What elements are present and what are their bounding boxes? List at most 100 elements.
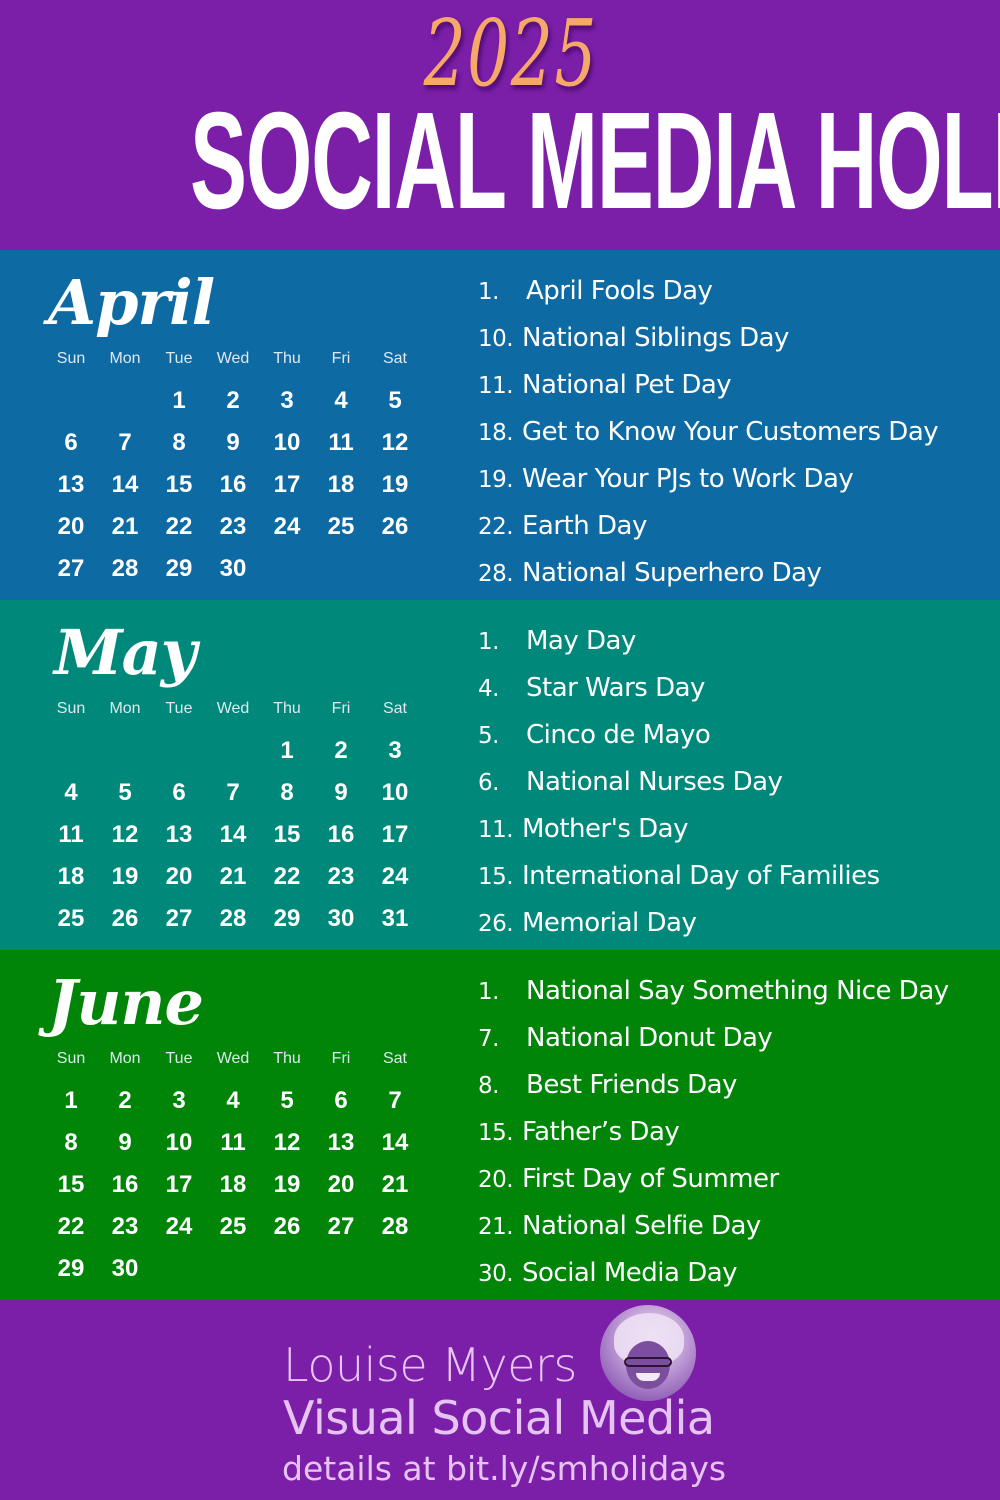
calendar-day: 2 xyxy=(118,1087,132,1114)
holiday-list-june: 1. National Say Something Nice Day 7. Natio… xyxy=(478,968,998,1297)
calendar-day: 11 xyxy=(328,429,354,456)
holiday-date: 7. xyxy=(478,1026,499,1052)
holiday-item: 28. National Superhero Day xyxy=(478,550,998,597)
holiday-item: 8. Best Friends Day xyxy=(478,1062,998,1109)
calendar-day: 22 xyxy=(57,1213,85,1240)
weekday-label: Sun xyxy=(56,700,86,717)
holiday-name: National Superhero Day xyxy=(522,558,822,588)
calendar-empty-cell xyxy=(98,730,152,772)
calendar-empty-cell xyxy=(206,730,260,772)
holiday-list-may: 1. May Day 4. Star Wars Day 5. Cinco de Mayo 6… xyxy=(478,618,998,947)
details-link[interactable]: details at bit.ly/smholidays xyxy=(282,1452,726,1485)
weekday-label: Wed xyxy=(216,350,250,367)
calendar-day: 12 xyxy=(381,429,409,456)
calendar-day: 4 xyxy=(64,779,78,806)
holiday-date: 11. xyxy=(478,373,514,399)
calendar-day: 26 xyxy=(381,513,409,540)
calendar-april: Sun Mon Tue Wed Thu Fri Sat 1 2 3 4 5 6 7 8 9 10 11 12 13 1… xyxy=(44,350,422,590)
calendar-empty-cell xyxy=(314,1248,368,1290)
calendar-day: 25 xyxy=(327,513,355,540)
weekday-header: Sun Mon Tue Wed Thu Fri Sat xyxy=(44,350,422,368)
holiday-date: 5. xyxy=(478,723,499,749)
holiday-name: National Siblings Day xyxy=(522,323,789,353)
holiday-date: 19. xyxy=(478,467,514,493)
calendar-empty-cell xyxy=(260,1248,314,1290)
weekday-label: Thu xyxy=(273,1050,301,1067)
calendar-grid: 1 2 3 4 5 6 7 8 9 10 11 12 13 14 15 16 17 18 19 20 21 22 23 24 2… xyxy=(44,730,422,940)
year-title: 2025 xyxy=(423,0,598,107)
holiday-item: 6. National Nurses Day xyxy=(478,759,998,806)
calendar-day: 20 xyxy=(327,1171,355,1198)
holiday-date: 1. xyxy=(478,629,499,655)
weekday-label: Sat xyxy=(382,350,407,367)
calendar-day: 27 xyxy=(57,555,85,582)
calendar-day: 26 xyxy=(111,905,139,932)
holiday-item: 7. National Donut Day xyxy=(478,1015,998,1062)
avatar-glasses xyxy=(624,1357,672,1367)
holiday-name: Cinco de Mayo xyxy=(526,720,711,750)
weekday-label: Mon xyxy=(109,700,141,717)
calendar-day: 10 xyxy=(381,779,409,806)
calendar-empty-cell xyxy=(368,1248,422,1290)
weekday-label: Fri xyxy=(331,700,351,717)
holiday-date: 30. xyxy=(478,1261,514,1287)
calendar-day: 18 xyxy=(327,471,355,498)
holiday-list-april: 1. April Fools Day 10. National Siblings Da… xyxy=(478,268,998,597)
holiday-date: 22. xyxy=(478,514,514,540)
calendar-day: 9 xyxy=(118,1129,132,1156)
calendar-day: 6 xyxy=(334,1087,348,1114)
calendar-day: 4 xyxy=(226,1087,240,1114)
calendar-day: 11 xyxy=(58,821,84,848)
holiday-name: Earth Day xyxy=(522,511,647,541)
weekday-label: Sat xyxy=(382,700,407,717)
calendar-day: 7 xyxy=(388,1087,402,1114)
calendar-day: 23 xyxy=(327,863,355,890)
calendar-day: 22 xyxy=(165,513,193,540)
month-section-may: May Sun Mon Tue Wed Thu Fri Sat 1 2 3 4 5 6 7 8 9 10 11 1… xyxy=(0,600,1000,950)
holiday-item: 26. Memorial Day xyxy=(478,900,998,947)
weekday-label: Thu xyxy=(273,350,301,367)
holiday-item: 1. April Fools Day xyxy=(478,268,998,315)
holiday-date: 15. xyxy=(478,1120,514,1146)
holiday-name: Wear Your PJs to Work Day xyxy=(522,464,854,494)
author-avatar-icon xyxy=(600,1305,696,1401)
holiday-name: First Day of Summer xyxy=(522,1164,779,1194)
weekday-label: Tue xyxy=(165,350,193,367)
calendar-day: 25 xyxy=(219,1213,247,1240)
calendar-day: 27 xyxy=(165,905,193,932)
calendar-day: 24 xyxy=(273,513,301,540)
holiday-item: 18. Get to Know Your Customers Day xyxy=(478,409,998,456)
calendar-day: 5 xyxy=(388,387,402,414)
calendar-empty-cell xyxy=(44,730,98,772)
calendar-day: 21 xyxy=(381,1171,409,1198)
calendar-empty-cell xyxy=(152,1248,206,1290)
calendar-day: 28 xyxy=(381,1213,409,1240)
calendar-day: 1 xyxy=(280,737,294,764)
holiday-date: 6. xyxy=(478,770,499,796)
holiday-date: 26. xyxy=(478,911,514,937)
calendar-day: 13 xyxy=(165,821,193,848)
calendar-day: 24 xyxy=(381,863,409,890)
footer: Louise Myers Visual Social Media details… xyxy=(0,1300,1000,1500)
calendar-day: 16 xyxy=(219,471,247,498)
calendar-day: 25 xyxy=(57,905,85,932)
calendar-empty-cell xyxy=(44,380,98,422)
calendar-day: 14 xyxy=(219,821,247,848)
weekday-header: Sun Mon Tue Wed Thu Fri Sat xyxy=(44,1050,422,1068)
holiday-name: National Pet Day xyxy=(522,370,732,400)
holiday-date: 1. xyxy=(478,279,499,305)
calendar-day: 2 xyxy=(226,387,240,414)
weekday-label: Wed xyxy=(216,1050,250,1067)
holiday-name: National Say Something Nice Day xyxy=(526,976,949,1006)
calendar-day: 5 xyxy=(118,779,132,806)
calendar-day: 6 xyxy=(64,429,78,456)
calendar-day: 18 xyxy=(219,1171,247,1198)
holiday-item: 4. Star Wars Day xyxy=(478,665,998,712)
month-section-june: June Sun Mon Tue Wed Thu Fri Sat 1 2 3 4 5 6 7 8 9 10 11… xyxy=(0,950,1000,1300)
calendar-day: 10 xyxy=(165,1129,193,1156)
holiday-item: 5. Cinco de Mayo xyxy=(478,712,998,759)
calendar-day: 4 xyxy=(334,387,348,414)
weekday-label: Fri xyxy=(331,1050,351,1067)
calendar-day: 10 xyxy=(273,429,301,456)
holiday-name: Star Wars Day xyxy=(526,673,705,703)
